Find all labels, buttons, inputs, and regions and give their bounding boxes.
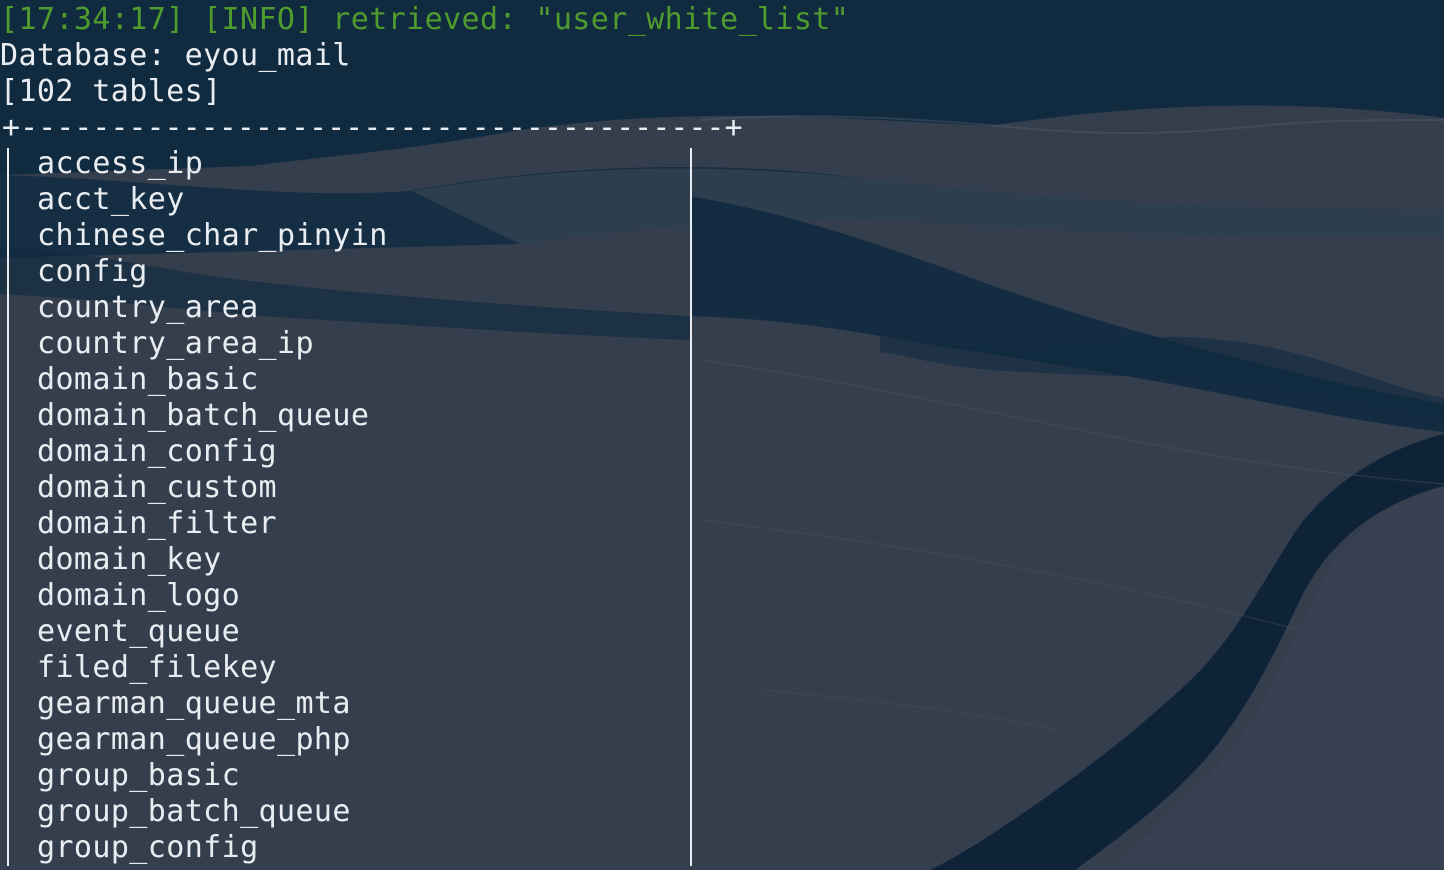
table-row: country_area [37, 290, 259, 325]
table-row: domain_logo [37, 578, 241, 613]
table-row: domain_filter [37, 506, 277, 541]
table-row: gearman_queue_mta [37, 686, 351, 721]
table-row: event_queue [37, 614, 241, 649]
table-row: acct_key [37, 182, 185, 217]
table-right-border [690, 148, 692, 866]
table-row: config [37, 254, 148, 289]
table-row: filed_filekey [37, 650, 277, 685]
table-row: group_batch_queue [37, 794, 351, 829]
table-row: chinese_char_pinyin [37, 218, 388, 253]
database-table-list: access_ip acct_key chinese_char_pinyin c… [37, 146, 677, 866]
table-left-border [7, 148, 9, 866]
table-row: domain_config [37, 434, 277, 469]
table-row: domain_custom [37, 470, 277, 505]
table-row: group_config [37, 830, 259, 865]
log-info-line: [17:34:17] [INFO] retrieved: "user_white… [0, 2, 850, 37]
database-line: Database: eyou_mail [0, 38, 351, 73]
table-row: group_basic [37, 758, 241, 793]
terminal-output[interactable]: [17:34:17] [INFO] retrieved: "user_white… [0, 0, 1444, 870]
table-row: domain_batch_queue [37, 398, 370, 433]
table-count-line: [102 tables] [0, 74, 222, 109]
table-row: country_area_ip [37, 326, 314, 361]
table-row: domain_key [37, 542, 222, 577]
table-border-top: +---------------------------------------… [2, 110, 743, 145]
table-row: domain_basic [37, 362, 259, 397]
table-row: access_ip [37, 146, 204, 181]
terminal-window[interactable]: [17:34:17] [INFO] retrieved: "user_white… [0, 0, 1444, 870]
table-row: gearman_queue_php [37, 722, 351, 757]
